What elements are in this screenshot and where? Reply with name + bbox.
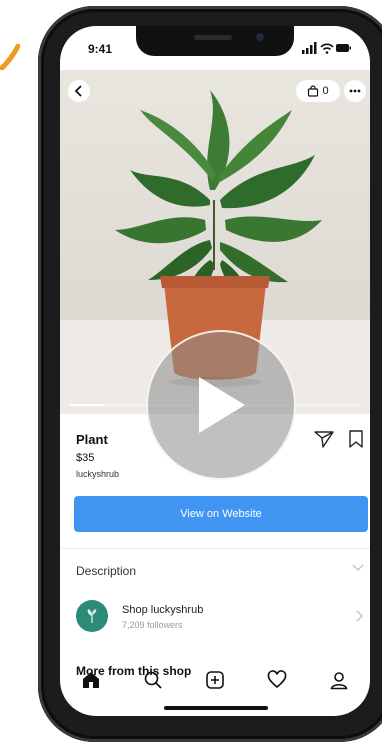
save-button[interactable] — [348, 430, 364, 453]
video-progress-fill — [70, 404, 105, 406]
divider — [60, 548, 370, 549]
battery-icon — [336, 44, 351, 52]
front-camera — [256, 33, 264, 41]
chevron-left-icon — [74, 85, 82, 97]
search-icon — [144, 671, 162, 689]
status-time: 9:41 — [88, 42, 113, 56]
view-on-website-button[interactable]: View on Website — [74, 496, 368, 532]
tab-profile[interactable] — [324, 665, 354, 695]
shop-followers: 7,209 followers — [122, 620, 183, 630]
tab-search[interactable] — [138, 665, 168, 695]
product-seller[interactable]: luckyshrub — [76, 469, 119, 479]
status-icons — [302, 42, 351, 54]
shopping-bag-button[interactable]: 0 — [296, 80, 340, 102]
bottom-tab-bar — [60, 662, 370, 698]
speaker — [194, 35, 232, 40]
more-options-button[interactable] — [344, 80, 366, 102]
create-icon — [206, 671, 224, 689]
more-horizontal-icon — [349, 89, 361, 93]
play-button[interactable] — [146, 330, 296, 480]
notch — [136, 26, 294, 56]
shopping-bag-icon — [308, 85, 319, 97]
bag-count: 0 — [322, 85, 329, 97]
tab-home[interactable] — [76, 665, 106, 695]
heart-icon — [267, 670, 287, 689]
play-icon — [199, 377, 245, 433]
shop-avatar[interactable] — [76, 600, 108, 632]
home-icon — [83, 672, 99, 688]
bookmark-icon — [349, 430, 363, 448]
profile-icon — [330, 672, 348, 690]
description-toggle[interactable]: Description — [76, 564, 136, 578]
chevron-down-icon[interactable] — [352, 564, 364, 572]
share-button[interactable] — [314, 430, 334, 453]
tab-activity[interactable] — [262, 665, 292, 695]
product-name: Plant — [76, 432, 108, 447]
signal-icon — [302, 42, 317, 54]
send-icon — [314, 431, 334, 448]
back-button[interactable] — [68, 80, 90, 102]
wifi-icon — [320, 43, 334, 54]
orange-marker-stroke — [0, 44, 20, 70]
home-indicator — [164, 706, 268, 710]
chevron-right-icon[interactable] — [356, 610, 364, 622]
phone-screen: 9:41 0 Plant $35 luckyshrub View on Webs… — [60, 26, 370, 716]
shop-name-link[interactable]: Shop luckyshrub — [122, 604, 203, 616]
product-price: $35 — [76, 452, 95, 464]
shop-logo-icon — [87, 609, 97, 623]
tab-create[interactable] — [200, 665, 230, 695]
